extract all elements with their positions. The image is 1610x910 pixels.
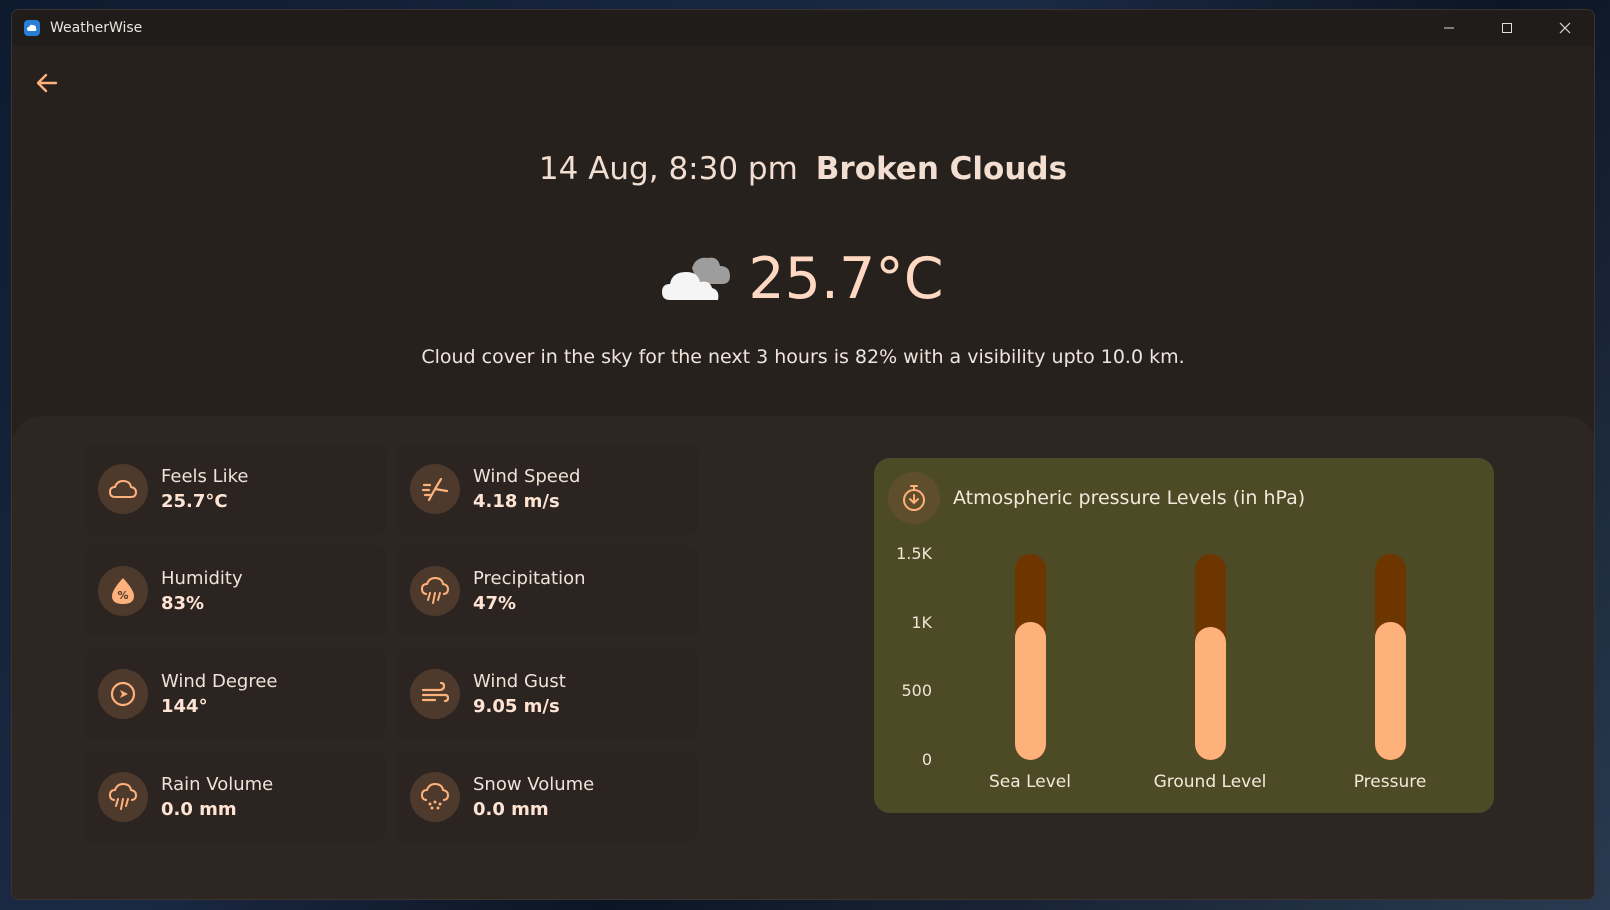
x-axis-label: Ground Level [1153, 772, 1267, 792]
rain-icon [98, 772, 148, 822]
card-value: 25.7°C [161, 491, 228, 512]
card-humidity: % Humidity 83% [84, 545, 386, 637]
card-label: Wind Gust [473, 671, 566, 692]
wind-gust-icon [410, 669, 460, 719]
bar-pressure [1375, 622, 1406, 760]
humidity-icon: % [98, 566, 148, 616]
stopwatch-icon [888, 472, 940, 524]
card-snow-volume: Snow Volume 0.0 mm [396, 751, 698, 843]
pressure-chart: Atmospheric pressure Levels (in hPa) 1.5… [874, 458, 1494, 813]
card-value: 9.05 m/s [473, 696, 560, 717]
current-temperature: 25.7°C [748, 246, 944, 312]
card-label: Humidity [161, 568, 243, 589]
compass-icon [98, 669, 148, 719]
maximize-button[interactable] [1478, 10, 1536, 46]
card-value: 0.0 mm [161, 799, 237, 820]
y-tick-label: 1K [911, 612, 932, 632]
cloud-icon [98, 464, 148, 514]
card-label: Rain Volume [161, 774, 274, 795]
y-tick-label: 0 [921, 750, 932, 769]
svg-text:%: % [117, 589, 128, 602]
y-tick-label: 500 [901, 681, 932, 701]
card-label: Feels Like [161, 466, 249, 487]
y-tick-label: 1.5K [896, 544, 932, 563]
broken-clouds-icon [662, 257, 731, 300]
minimize-button[interactable] [1420, 10, 1478, 46]
card-value: 0.0 mm [473, 799, 549, 820]
card-value: 47% [473, 593, 517, 614]
precipitation-icon [410, 566, 460, 616]
weather-condition: Broken Clouds [815, 151, 1068, 187]
close-icon [1559, 22, 1571, 34]
forecast-heading: 14 Aug, 8:30 pm Broken Clouds [12, 151, 1594, 187]
snow-icon [410, 772, 460, 822]
card-value: 83% [161, 593, 205, 614]
temperature-row: 25.7°C [12, 246, 1594, 312]
forecast-datetime: 14 Aug, 8:30 pm [538, 151, 798, 187]
minimize-icon [1444, 27, 1454, 29]
bar-track [1375, 554, 1406, 760]
card-precipitation: Precipitation 47% [396, 545, 698, 637]
close-button[interactable] [1536, 10, 1594, 46]
card-rain-volume: Rain Volume 0.0 mm [84, 751, 386, 843]
card-feels-like: Feels Like 25.7°C [84, 443, 386, 535]
card-label: Wind Degree [161, 671, 278, 692]
window-title: WeatherWise [50, 20, 143, 36]
card-value: 144° [161, 696, 208, 717]
x-axis-label: Pressure [1353, 772, 1427, 792]
wind-speed-icon [410, 464, 460, 514]
card-wind-gust: Wind Gust 9.05 m/s [396, 648, 698, 740]
chart-header: Atmospheric pressure Levels (in hPa) [888, 472, 1305, 524]
main-content: 14 Aug, 8:30 pm Broken Clouds 25.7°C Clou… [12, 46, 1594, 899]
bar-sea-level [1015, 622, 1046, 760]
bar-track [1195, 554, 1226, 760]
app-logo-icon [24, 20, 40, 36]
forecast-description: Cloud cover in the sky for the next 3 ho… [421, 346, 1185, 368]
back-arrow-icon [36, 73, 58, 93]
back-button[interactable] [32, 68, 62, 98]
card-value: 4.18 m/s [473, 491, 560, 512]
bar-ground-level [1195, 626, 1226, 760]
card-wind-degree: Wind Degree 144° [84, 648, 386, 740]
chart-title: Atmospheric pressure Levels (in hPa) [953, 487, 1306, 509]
x-axis-label: Sea Level [989, 772, 1071, 792]
card-wind-speed: Wind Speed 4.18 m/s [396, 443, 698, 535]
bar-track [1015, 554, 1046, 760]
card-label: Snow Volume [473, 774, 595, 795]
app-window: WeatherWise 14 Aug, 8:30 pm Broken Clouds [11, 9, 1595, 900]
card-label: Wind Speed [473, 466, 581, 487]
card-label: Precipitation [473, 568, 586, 589]
title-bar[interactable]: WeatherWise [12, 10, 1594, 46]
maximize-icon [1502, 23, 1512, 33]
